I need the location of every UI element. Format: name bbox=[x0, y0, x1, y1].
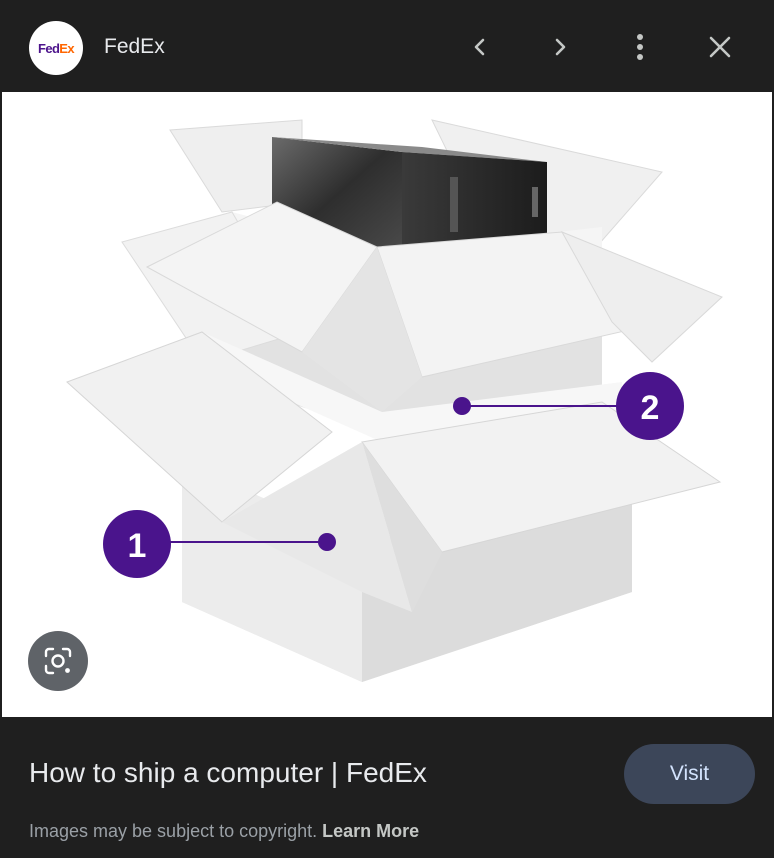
fedex-logo-text: FedEx bbox=[37, 40, 75, 56]
more-options-button[interactable] bbox=[620, 27, 660, 67]
previous-button[interactable] bbox=[460, 27, 500, 67]
close-button[interactable] bbox=[700, 27, 740, 67]
result-footer: How to ship a computer | FedEx Images ma… bbox=[0, 717, 774, 858]
callout-1-label: 1 bbox=[128, 527, 147, 565]
next-button[interactable] bbox=[540, 27, 580, 67]
source-name[interactable]: FedEx bbox=[104, 35, 165, 59]
close-icon bbox=[709, 36, 731, 58]
google-lens-icon bbox=[44, 647, 72, 675]
google-lens-button[interactable] bbox=[28, 631, 88, 691]
copyright-text: Images may be subject to copyright. bbox=[29, 821, 318, 841]
copyright-notice: Images may be subject to copyright. Lear… bbox=[29, 821, 419, 842]
learn-more-link[interactable]: Learn More bbox=[322, 821, 419, 841]
shipping-box-illustration: 1 2 bbox=[66, 119, 723, 682]
chevron-right-icon bbox=[555, 38, 566, 56]
fedex-logo[interactable]: FedEx bbox=[29, 21, 83, 75]
visit-button[interactable]: Visit bbox=[624, 744, 755, 804]
viewer-header: FedEx FedEx bbox=[0, 0, 774, 92]
more-vert-icon bbox=[637, 34, 643, 60]
callout-2-label: 2 bbox=[641, 389, 660, 427]
preview-image[interactable]: 1 2 bbox=[2, 92, 772, 717]
result-title[interactable]: How to ship a computer | FedEx bbox=[29, 757, 427, 789]
chevron-left-icon bbox=[474, 38, 485, 56]
